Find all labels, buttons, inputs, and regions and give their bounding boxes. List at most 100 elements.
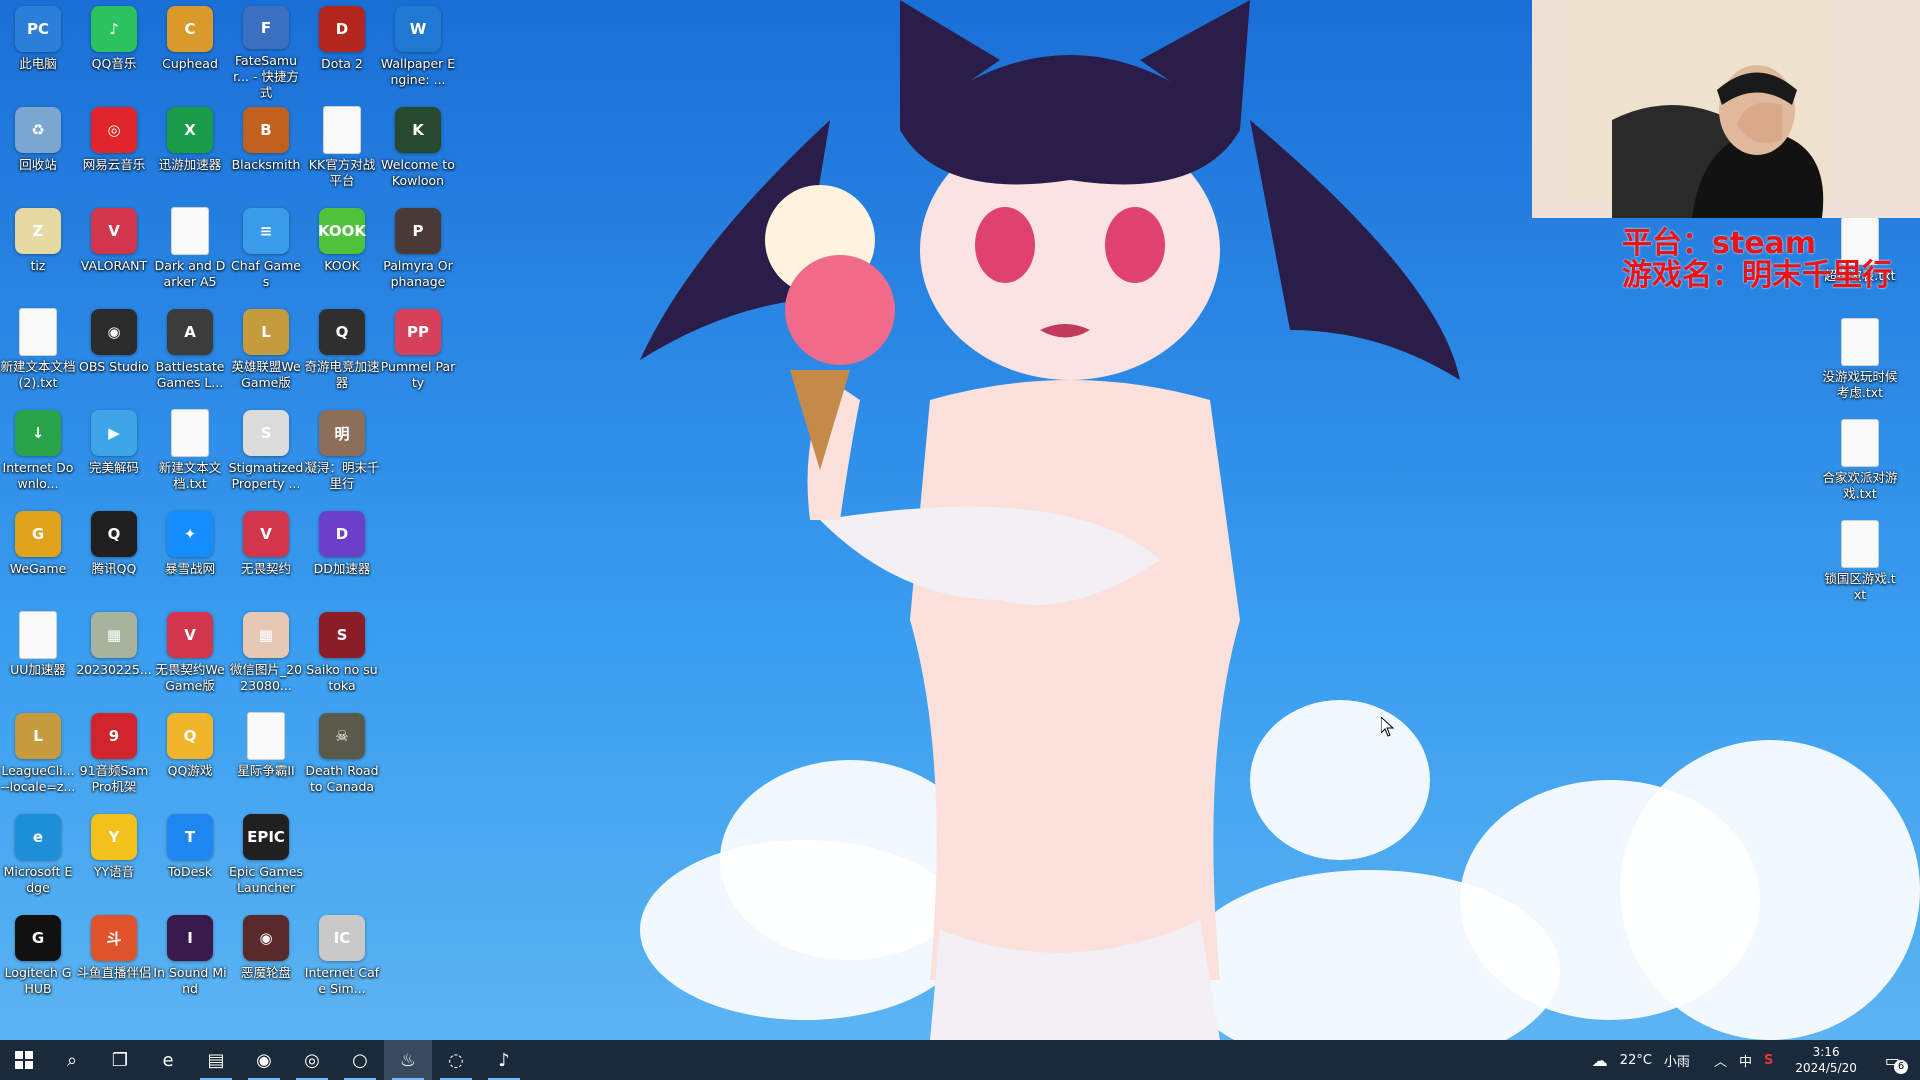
desktop-icon[interactable]: KK官方对战平台 — [304, 101, 380, 202]
desktop-icon[interactable]: PP Pummel Party — [380, 303, 456, 404]
desktop-icon[interactable]: KOOK KOOK — [304, 202, 380, 303]
desktop-icon[interactable]: D DD加速器 — [304, 505, 380, 606]
desktop-icon[interactable]: G WeGame — [0, 505, 76, 606]
desktop-icon[interactable]: Y YY语音 — [76, 808, 152, 909]
desktop-icon[interactable]: 新建文本文档 (2).txt — [0, 303, 76, 404]
desktop-icon[interactable]: ◎ 网易云音乐 — [76, 101, 152, 202]
desktop-icon[interactable]: Ztiz — [0, 202, 76, 303]
desktop-icon[interactable]: 明凝浔：明末千里行 — [304, 404, 380, 505]
desktop-icon[interactable]: D Dota 2 — [304, 0, 380, 101]
desktop-icon[interactable]: ◉ OBS Studio — [76, 303, 152, 404]
sogou-icon[interactable]: S — [1764, 1053, 1773, 1068]
desktop-icon[interactable]: G Logitech G HUB — [0, 909, 76, 1010]
desktop-document-icon[interactable]: 合家欢派对游戏.txt — [1822, 414, 1898, 515]
obs-icon: ◎ — [304, 1049, 320, 1071]
desktop-icon[interactable]: PC 此电脑 — [0, 0, 76, 101]
desktop-icon-label: 微信图片_2023080... — [229, 662, 303, 693]
weather-temp[interactable]: 22°C — [1620, 1053, 1652, 1068]
desktop-icon-label: 回收站 — [19, 157, 57, 172]
chevron-up-icon[interactable]: ︿ — [1714, 1051, 1727, 1070]
desktop-icon-label: 20230225... — [76, 662, 152, 677]
taskbar-file-explorer-button[interactable]: ▤ — [192, 1040, 240, 1080]
desktop-icon[interactable]: ▦ 20230225... — [76, 606, 152, 707]
desktop-icon[interactable]: Dark and Darker A5 — [152, 202, 228, 303]
desktop-icon[interactable]: ♪ QQ音乐 — [76, 0, 152, 101]
taskbar-chrome-button[interactable]: ◉ — [240, 1040, 288, 1080]
desktop-icon[interactable]: 斗斗鱼直播伴侣 — [76, 909, 152, 1010]
desktop-icon-label: 没游戏玩时候考虑.txt — [1822, 369, 1898, 400]
taskbar-edge-button[interactable]: e — [144, 1040, 192, 1080]
desktop-icon[interactable]: Q 腾讯QQ — [76, 505, 152, 606]
app-icon: K — [395, 107, 441, 153]
taskbar-task-view-button[interactable]: ❐ — [96, 1040, 144, 1080]
overlay-game-name-text: 游戏名：明末千里行 — [1622, 258, 1892, 293]
app-icon: V — [167, 612, 213, 658]
ime-indicator[interactable]: 中 — [1739, 1051, 1752, 1070]
document-icon — [20, 612, 56, 658]
desktop-icon[interactable]: F FateSamur... - 快捷方式 — [228, 0, 304, 101]
desktop-icon[interactable]: 星际争霸II — [228, 707, 304, 808]
app-icon: ↓ — [15, 410, 61, 456]
desktop-icon-label: Welcome to Kowloon — [381, 157, 455, 188]
desktop-icon-label: KK官方对战平台 — [308, 157, 376, 188]
desktop-icon-label: Pummel Party — [380, 359, 456, 390]
desktop-icon[interactable]: ▶ 完美解码 — [76, 404, 152, 505]
desktop-icon-label: OBS Studio — [79, 359, 149, 374]
desktop-icon[interactable]: e Microsoft Edge — [0, 808, 76, 909]
desktop-icon[interactable]: ☠ Death Road to Canada — [304, 707, 380, 808]
desktop-icon[interactable]: ♻ 回收站 — [0, 101, 76, 202]
desktop-icon[interactable]: IC Internet Cafe Sim... — [304, 909, 380, 1010]
desktop-icon[interactable]: T ToDesk — [152, 808, 228, 909]
taskbar-obs-button[interactable]: ◎ — [288, 1040, 336, 1080]
desktop-icon[interactable]: W Wallpaper Engine: ... — [380, 0, 456, 101]
desktop-icon-label: Stigmatized Property ... — [228, 460, 304, 491]
app-icon: G — [15, 511, 61, 557]
weather-desc[interactable]: 小雨 — [1664, 1051, 1690, 1070]
desktop-icon[interactable]: EPIC Epic Games Launcher — [228, 808, 304, 909]
desktop-icon[interactable]: UU加速器 — [0, 606, 76, 707]
taskbar-app-yellow-button[interactable]: ○ — [336, 1040, 384, 1080]
desktop-icon[interactable]: V 无畏契约 — [228, 505, 304, 606]
desktop-icon[interactable]: 9 91音频SamPro机架 — [76, 707, 152, 808]
desktop-icon-label: WeGame — [9, 561, 67, 576]
desktop-icon[interactable]: V VALORANT — [76, 202, 152, 303]
desktop-icon[interactable]: ≡ Chaf Games — [228, 202, 304, 303]
document-icon — [20, 309, 56, 355]
desktop-icon[interactable]: ✦ 暴雪战网 — [152, 505, 228, 606]
desktop-document-icon[interactable]: 没游戏玩时候考虑.txt — [1822, 313, 1898, 414]
desktop-document-icon[interactable]: 锁国区游戏.txt — [1822, 515, 1898, 616]
desktop-icon[interactable]: ◉ 恶魔轮盘 — [228, 909, 304, 1010]
desktop-icon[interactable]: S Saiko no sutoka — [304, 606, 380, 707]
desktop-icon[interactable]: K Welcome to Kowloon — [380, 101, 456, 202]
desktop-icon[interactable]: B Blacksmith — [228, 101, 304, 202]
weather-icon[interactable]: ☁ — [1592, 1051, 1608, 1070]
clock[interactable]: 3:16 2024/5/20 — [1789, 1044, 1863, 1076]
taskbar-qq-music-button[interactable]: ♪ — [480, 1040, 528, 1080]
notification-button[interactable]: ▭ 6 — [1879, 1051, 1908, 1074]
desktop-icon[interactable]: V 无畏契约WeGame版 — [152, 606, 228, 707]
desktop-icon[interactable]: P Palmyra Orphanage — [380, 202, 456, 303]
app-icon: G — [15, 915, 61, 961]
desktop-icon-label: LeagueCli... --locale=z... — [0, 763, 76, 794]
desktop-icon[interactable]: L 英雄联盟WeGame版 — [228, 303, 304, 404]
desktop-icon[interactable]: I In Sound Mind — [152, 909, 228, 1010]
desktop-icon[interactable]: Q QQ游戏 — [152, 707, 228, 808]
desktop-icon[interactable]: C Cuphead — [152, 0, 228, 101]
desktop-icon[interactable]: A Battlestate Games L... — [152, 303, 228, 404]
app-icon: F — [243, 6, 289, 49]
desktop-icon[interactable]: 新建文本文档.txt — [152, 404, 228, 505]
desktop-icon-label: 此电脑 — [19, 56, 57, 71]
desktop-icon[interactable]: ↓ Internet Downlo... — [0, 404, 76, 505]
desktop-icon[interactable]: L LeagueCli... --locale=z... — [0, 707, 76, 808]
desktop-icon[interactable]: ▦ 微信图片_2023080... — [228, 606, 304, 707]
desktop-icon[interactable]: S Stigmatized Property ... — [228, 404, 304, 505]
taskbar-steam-button[interactable]: ♨ — [384, 1040, 432, 1080]
start-button[interactable] — [0, 1040, 48, 1080]
taskbar-search-button[interactable]: ⌕ — [48, 1040, 96, 1080]
taskbar-app-circle-button[interactable]: ◌ — [432, 1040, 480, 1080]
file-explorer-icon: ▤ — [207, 1049, 225, 1071]
taskbar: ⌕ ❐ e ▤ ◉ ◎ ○ ♨ ◌ ♪ ☁ 22°C 小雨 ︿ 中 S 3:16 2024/5/2… — [0, 1040, 1920, 1080]
desktop-icon[interactable]: X 迅游加速器 — [152, 101, 228, 202]
desktop-icon[interactable]: Q 奇游电竞加速器 — [304, 303, 380, 404]
app-icon: C — [167, 6, 213, 52]
